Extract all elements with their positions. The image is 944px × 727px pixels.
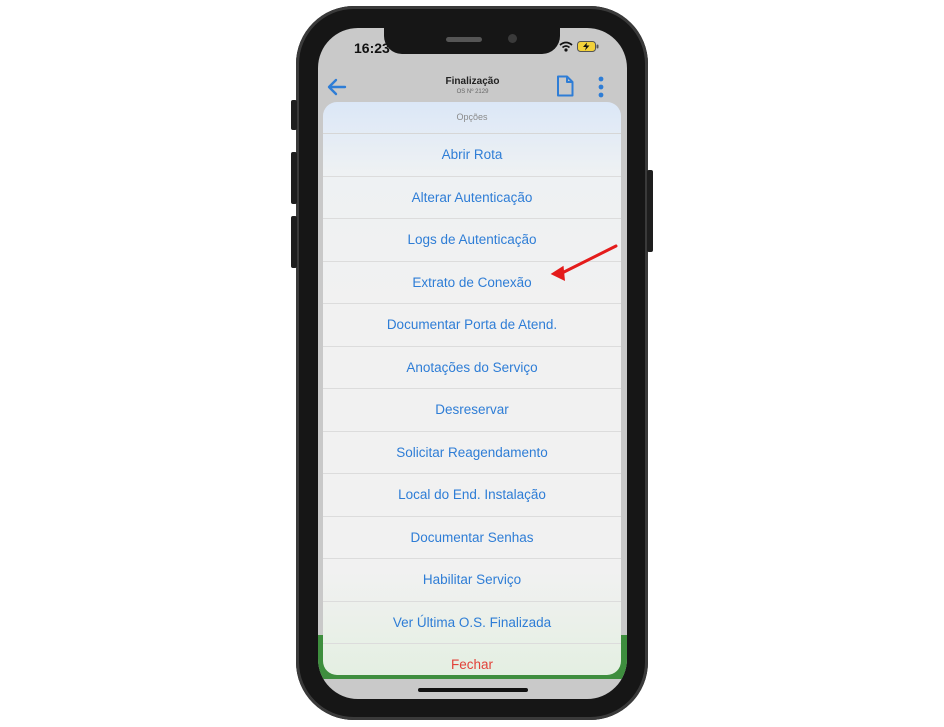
option-local-endereco[interactable]: Local do End. Instalação (323, 474, 621, 517)
side-button-volume-down (291, 216, 297, 268)
option-habilitar-servico[interactable]: Habilitar Serviço (323, 559, 621, 602)
side-button-volume-up (291, 152, 297, 204)
side-button-mute (291, 100, 297, 130)
notch (384, 28, 560, 54)
option-solicitar-reagendamento[interactable]: Solicitar Reagendamento (323, 432, 621, 474)
status-icons (559, 41, 599, 52)
home-indicator (418, 688, 528, 692)
option-documentar-porta[interactable]: Documentar Porta de Atend. (323, 304, 621, 347)
side-button-power (647, 170, 653, 252)
option-alterar-autenticacao[interactable]: Alterar Autenticação (323, 177, 621, 219)
options-action-sheet: Opções Abrir Rota Alterar Autenticação L… (323, 102, 621, 675)
app-bar: Finalização OS Nº 2129 (318, 72, 627, 104)
front-camera (508, 34, 517, 43)
option-desreservar[interactable]: Desreservar (323, 389, 621, 432)
option-ver-ultima-os[interactable]: Ver Última O.S. Finalizada (323, 602, 621, 644)
close-button[interactable]: Fechar (323, 644, 621, 675)
wifi-icon (559, 41, 573, 52)
speaker-grille (446, 37, 482, 42)
document-icon[interactable] (556, 75, 574, 97)
option-documentar-senhas[interactable]: Documentar Senhas (323, 517, 621, 559)
order-number: OS Nº 2129 (456, 89, 489, 95)
annotation-arrow-icon (550, 244, 618, 282)
battery-charging-icon (577, 41, 599, 52)
more-vertical-icon[interactable] (598, 76, 604, 98)
sheet-title: Opções (323, 102, 621, 134)
phone-screen: 16:23 Finalização OS Nº 2129 Opções Abri… (318, 28, 627, 699)
page-title: Finalização (445, 76, 500, 87)
option-abrir-rota[interactable]: Abrir Rota (323, 134, 621, 177)
option-anotacoes-servico[interactable]: Anotações do Serviço (323, 347, 621, 389)
